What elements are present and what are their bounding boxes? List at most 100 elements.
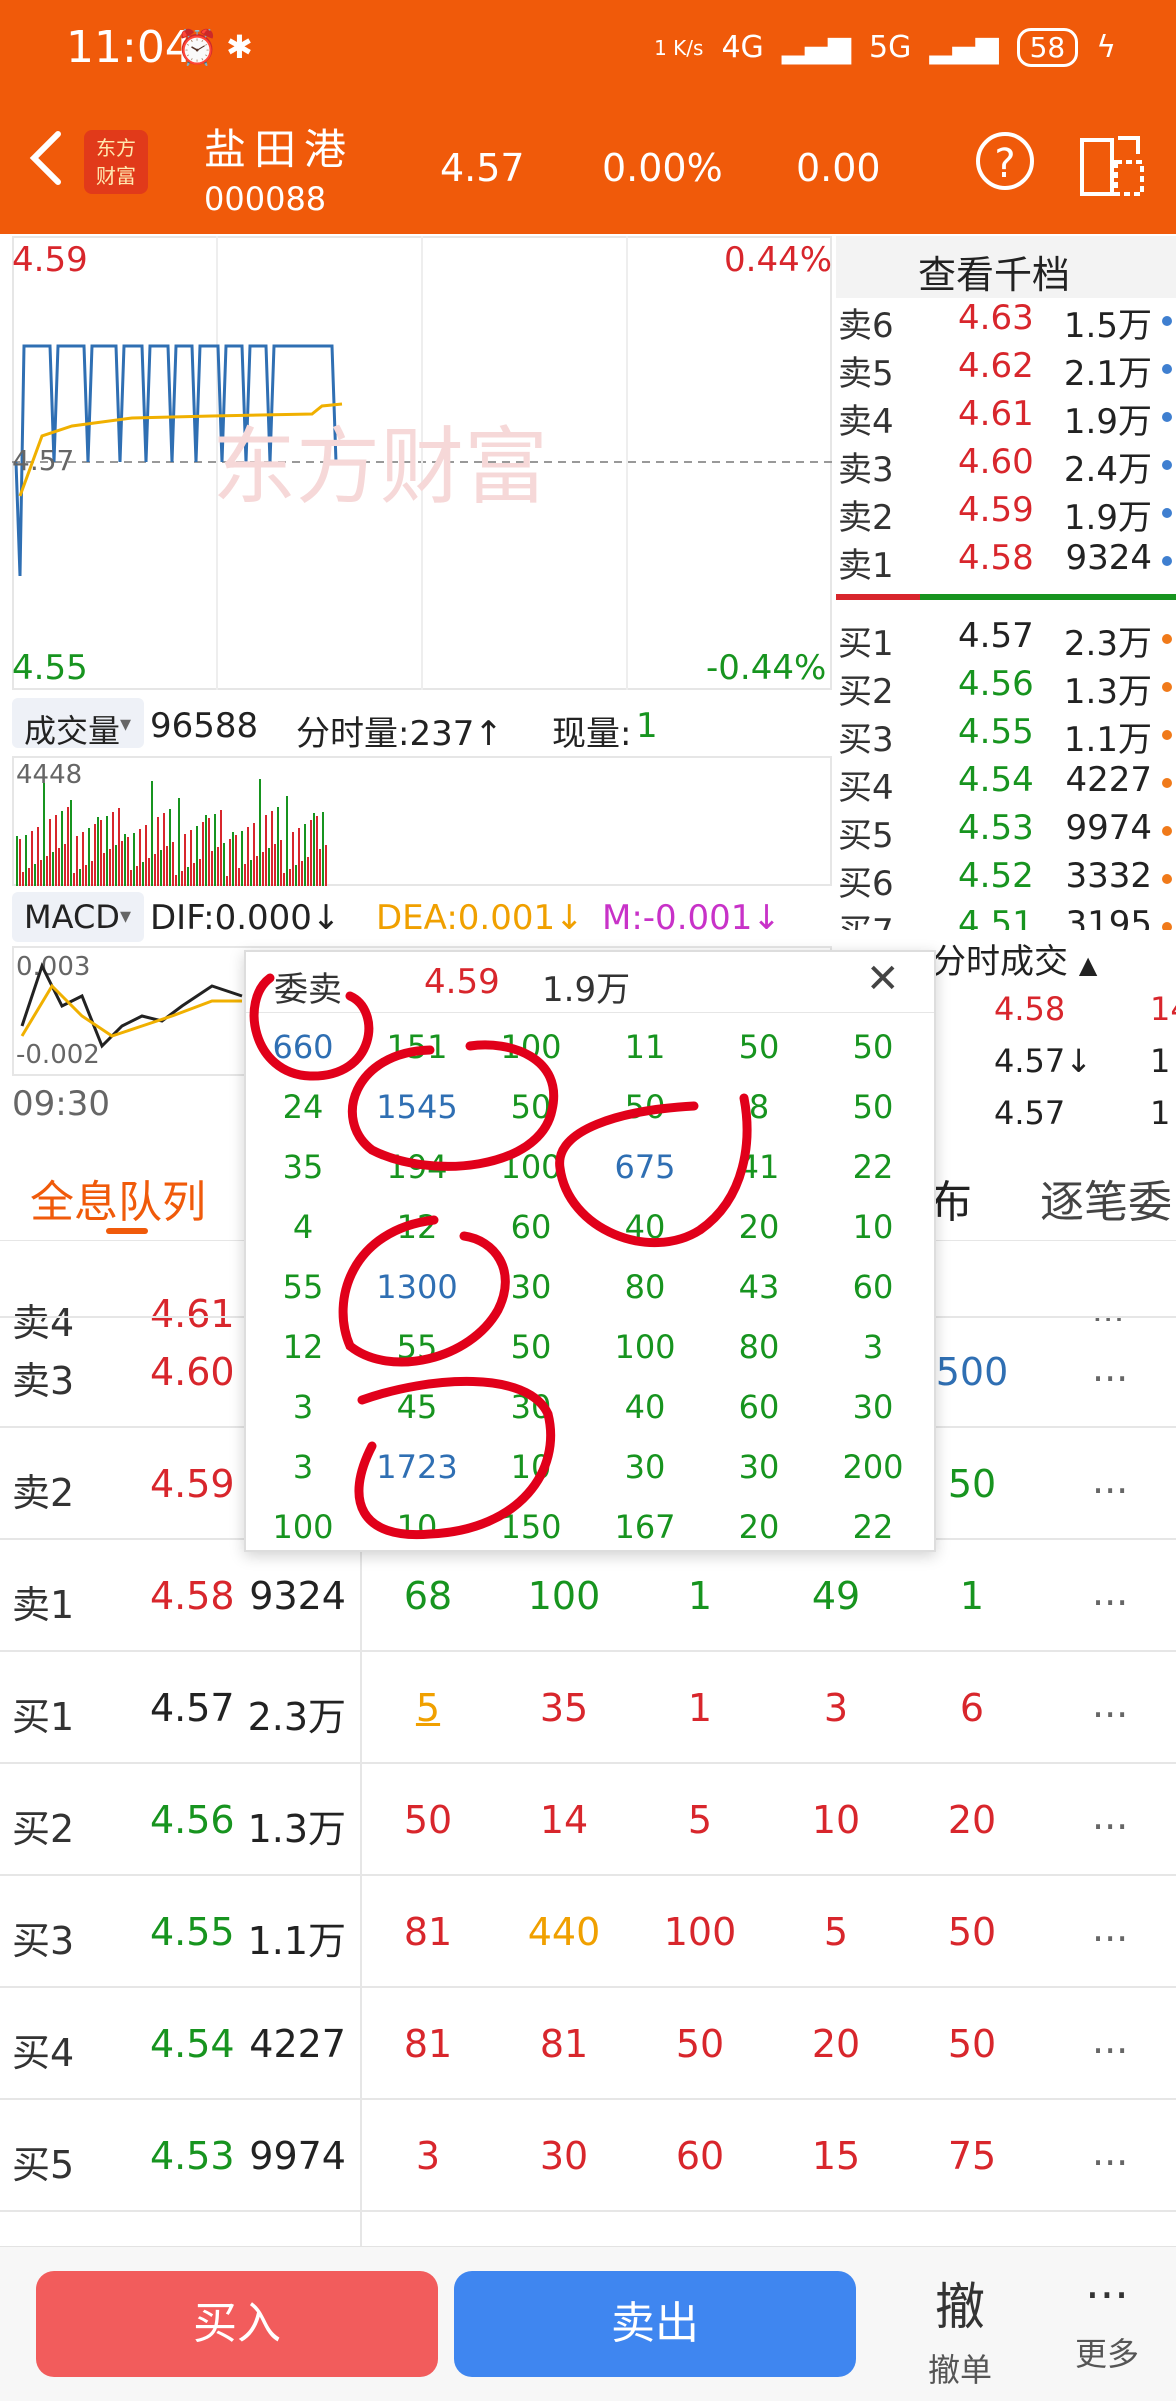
volume-bar <box>250 860 252 886</box>
queue-row[interactable]: 买1 4.57 2.3万 5 35 1 3 6... <box>0 1652 1176 1764</box>
sell-button[interactable]: 卖出 <box>454 2271 856 2377</box>
popup-order-cell: 60 <box>852 1268 894 1306</box>
volume-label: 成交量 <box>24 712 121 750</box>
queue-more-icon[interactable]: ... <box>1092 1682 1128 1726</box>
volume-bar <box>313 813 315 886</box>
queue-order-cell: 20 <box>811 2022 861 2066</box>
queue-row-price: 4.56 <box>150 1798 235 1842</box>
buy-level-row[interactable]: 买5 4.53 9974 <box>838 808 1176 856</box>
volume-bar <box>106 816 108 886</box>
queue-more-icon[interactable]: ... <box>1092 1906 1128 1950</box>
price-chart-lines: 东方财富 <box>12 236 832 690</box>
buy-dot-icon <box>1162 730 1172 740</box>
volume-bar <box>100 820 102 886</box>
volume-bar <box>169 809 171 886</box>
popup-order-cell: 24 <box>282 1088 324 1126</box>
volume-bar <box>271 811 273 886</box>
close-icon[interactable]: ✕ <box>866 956 900 1002</box>
queue-more-icon[interactable]: ... <box>1092 1794 1128 1838</box>
buy-level-row[interactable]: 买6 4.52 3332 <box>838 856 1176 904</box>
queue-order-cell: 30 <box>539 2134 589 2178</box>
tab-full-queue[interactable]: 全息队列 <box>30 1166 206 1230</box>
sell-level-row[interactable]: 卖6 4.63 1.5万 <box>838 298 1176 346</box>
volume-bar <box>298 828 300 886</box>
popup-order-cell: 80 <box>624 1268 666 1306</box>
volume-bar <box>130 870 132 886</box>
buy-level-price: 4.53 <box>958 808 1034 848</box>
queue-row[interactable]: 买2 4.56 1.3万 50 14 5 10 20... <box>0 1764 1176 1876</box>
volume-bar <box>127 837 129 886</box>
trade-volume: 1 <box>1150 1094 1171 1132</box>
sell-level-row[interactable]: 卖4 4.61 1.9万 <box>838 394 1176 442</box>
queue-row[interactable]: 买5 4.53 9974 3 30 60 15 75... <box>0 2100 1176 2212</box>
trade-volume: 1 <box>1150 1042 1171 1080</box>
volume-bar <box>226 876 228 886</box>
bluetooth-icon: ✱ <box>226 28 253 66</box>
queue-row[interactable]: 卖1 4.58 9324 68 100 1 49 1... <box>0 1540 1176 1652</box>
buy-level-label: 买5 <box>838 816 894 856</box>
queue-more-icon[interactable]: ... <box>1092 2130 1128 2174</box>
volume-bar <box>124 834 126 886</box>
queue-order-cell: 1 <box>959 1574 985 1618</box>
volume-bar <box>214 814 216 886</box>
buy-dot-icon <box>1162 682 1172 692</box>
buy-level-row[interactable]: 买2 4.56 1.3万 <box>838 664 1176 712</box>
sell-level-row[interactable]: 卖2 4.59 1.9万 <box>838 490 1176 538</box>
volume-bar <box>295 865 297 886</box>
volume-bar <box>199 859 201 886</box>
cancel-icon: 撤 <box>935 2278 985 2336</box>
volume-bar <box>175 875 177 886</box>
more-button[interactable]: ··· 更多 <box>1052 2267 1162 2375</box>
help-icon[interactable]: ? <box>976 132 1034 190</box>
cancel-order-button[interactable]: 撤 撤单 <box>900 2267 1020 2391</box>
volume-bar <box>148 858 150 886</box>
dropdown-icon: ▾ <box>120 712 132 737</box>
buy-level-row[interactable]: 买3 4.55 1.1万 <box>838 712 1176 760</box>
sell-level-row[interactable]: 卖1 4.58 9324 <box>838 538 1176 586</box>
volume-bar <box>52 852 54 886</box>
sell-level-row[interactable]: 卖5 4.62 2.1万 <box>838 346 1176 394</box>
queue-row-label: 买4 <box>12 2031 75 2075</box>
signal-5g-icon: 5G <box>869 30 912 65</box>
popup-order-cell: 1300 <box>376 1268 458 1306</box>
popup-order-cell: 167 <box>614 1508 676 1546</box>
battery-icon: 58 <box>1016 28 1079 67</box>
sell-dot-icon <box>1162 412 1172 422</box>
sell-level-label: 卖6 <box>838 306 894 346</box>
popup-volume: 1.9万 <box>542 970 631 1010</box>
volume-bar <box>217 847 219 886</box>
buy-level-row[interactable]: 买4 4.54 4227 <box>838 760 1176 808</box>
queue-order-cell: 50 <box>947 2022 997 2066</box>
volume-bar <box>97 817 99 886</box>
queue-more-icon[interactable]: ... <box>1092 2018 1128 2062</box>
volume-bar <box>118 808 120 886</box>
buy-level-price: 4.57 <box>958 616 1034 656</box>
buy-button[interactable]: 买入 <box>36 2271 438 2377</box>
queue-row[interactable]: 买4 4.54 4227 81 81 50 20 50... <box>0 1988 1176 2100</box>
queue-row[interactable]: 买3 4.55 1.1万 81 440 100 5 50... <box>0 1876 1176 1988</box>
queue-more-icon[interactable]: ... <box>1092 1570 1128 1614</box>
back-arrow-icon[interactable] <box>24 128 68 188</box>
queue-order-cell: 68 <box>403 1574 453 1618</box>
macd-dea: DEA:0.001↓ <box>376 898 584 938</box>
sell-level-price: 4.59 <box>958 490 1034 530</box>
volume-bar <box>187 867 189 886</box>
popup-order-cell: 45 <box>396 1388 438 1426</box>
volume-bar <box>64 844 66 886</box>
trades-title[interactable]: 分时成交 ▲ <box>932 934 1097 983</box>
sell-level-row[interactable]: 卖3 4.60 2.4万 <box>838 442 1176 490</box>
trade-price: 4.58 <box>994 990 1066 1028</box>
landscape-switch-icon[interactable] <box>1078 132 1146 198</box>
buy-level-row[interactable]: 买7 4.51 3195 <box>838 904 1176 930</box>
chart-low: 4.55 <box>12 648 88 688</box>
popup-order-cell: 20 <box>738 1508 780 1546</box>
buy-level-row[interactable]: 买1 4.57 2.3万 <box>838 616 1176 664</box>
buy-level-volume: 2.3万 <box>1063 624 1152 664</box>
net-speed: 1 K/s <box>654 35 704 60</box>
buy-dot-icon <box>1162 634 1172 644</box>
queue-more-icon[interactable]: ... <box>1092 1458 1128 1502</box>
tab-tick-order[interactable]: 逐笔委 <box>1040 1166 1172 1230</box>
buy-level-label: 买6 <box>838 864 894 904</box>
queue-more-icon[interactable]: ... <box>1092 1346 1128 1390</box>
popup-header: 委卖 4.59 1.9万 ✕ <box>246 952 934 1013</box>
